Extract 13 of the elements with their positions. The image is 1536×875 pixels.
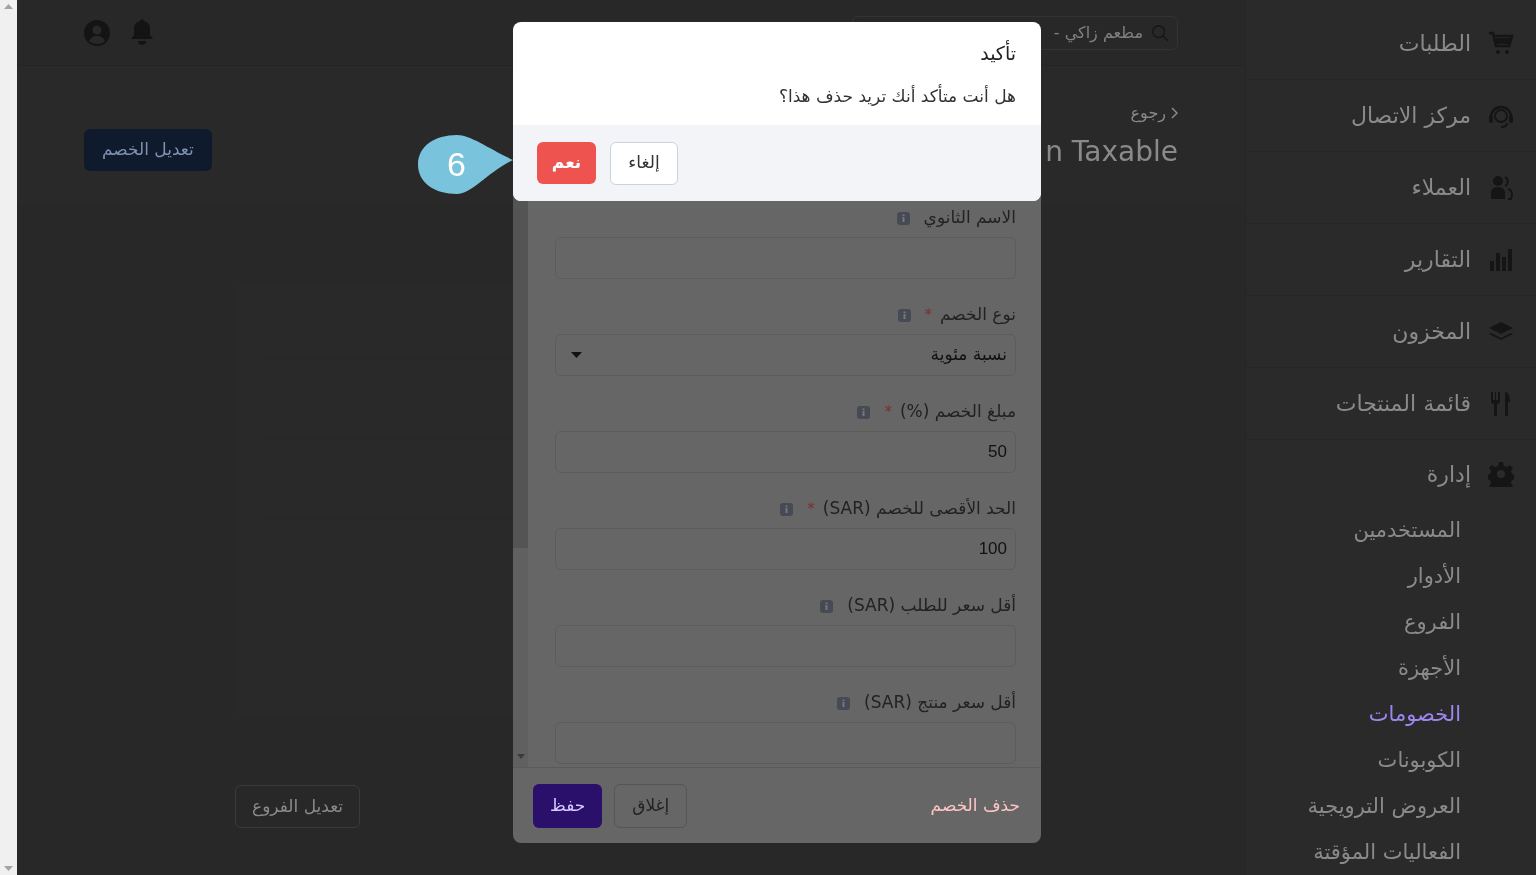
field-label: مبلغ الخصم (%) bbox=[899, 400, 1016, 424]
field-label: الحد الأقصى للخصم (SAR) bbox=[822, 497, 1016, 521]
required-mark: * bbox=[884, 401, 892, 423]
field-label: الاسم الثانوي bbox=[923, 206, 1016, 230]
field-label: أقل سعر للطلب (SAR) bbox=[847, 593, 1016, 618]
dialog-title: تأكيد bbox=[980, 39, 1016, 66]
field-label: أقل سعر منتج (SAR) bbox=[864, 690, 1016, 715]
required-mark: * bbox=[807, 498, 815, 520]
step-callout: 6 bbox=[418, 135, 514, 194]
required-mark: * bbox=[924, 304, 932, 326]
field-label: نوع الخصم bbox=[940, 303, 1016, 327]
dialog-message: هل أنت متأكد أنك تريد حذف هذا؟ bbox=[778, 83, 1016, 108]
page-title: n Taxable bbox=[1045, 134, 1178, 170]
